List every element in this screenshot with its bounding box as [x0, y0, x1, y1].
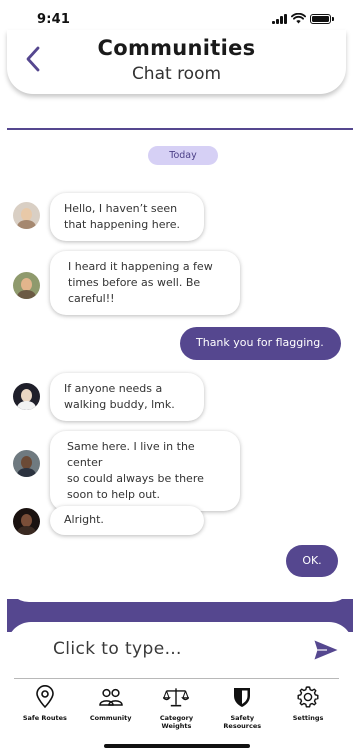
message-bubble-sent: Thank you for flagging. — [180, 327, 341, 360]
tab-label: Settings — [293, 714, 324, 722]
avatar[interactable] — [13, 383, 40, 410]
tab-category-weights[interactable]: Category Weights — [144, 680, 208, 740]
tab-label: Safety Resources — [223, 714, 261, 730]
send-button[interactable] — [313, 639, 341, 663]
tab-label-line: Settings — [292, 714, 324, 722]
message-line: If anyone needs a — [64, 382, 163, 395]
message-line: Hello, I haven’t seen — [64, 202, 178, 215]
page-title: Communities — [97, 36, 256, 60]
message-line: careful!! — [68, 292, 115, 305]
header-card: Communities Chat room — [7, 30, 346, 94]
status-icons — [272, 13, 334, 24]
message-line: times before as well. Be — [68, 276, 201, 289]
message-line: Same here. I live in the center — [67, 440, 195, 469]
message-input[interactable]: Click to type… — [53, 639, 182, 659]
tab-label: Category Weights — [160, 714, 193, 730]
page-subtitle: Chat room — [131, 64, 222, 84]
message-bubble-received: Same here. I live in the center so could… — [50, 431, 240, 511]
message-line: so could always be there — [67, 472, 204, 485]
message-line: Thank you for flagging. — [196, 336, 324, 349]
signal-icon — [272, 13, 287, 24]
tab-settings[interactable]: Settings — [276, 680, 340, 740]
tab-label-line: Safe Routes — [22, 714, 67, 722]
message-line: walking buddy, lmk. — [64, 398, 175, 411]
tab-community[interactable]: Community — [79, 680, 143, 740]
tab-label: Safe Routes — [23, 714, 67, 722]
tab-label-line: Community — [89, 714, 132, 722]
map-pin-icon — [32, 684, 58, 710]
avatar[interactable] — [13, 272, 40, 299]
gear-icon — [295, 684, 321, 710]
message-bubble-received: Alright. — [50, 506, 204, 535]
tab-bar-divider — [14, 678, 339, 679]
wifi-icon — [291, 13, 306, 24]
message-composer: Click to type… — [7, 622, 353, 678]
scale-icon — [163, 684, 190, 710]
message-line: I heard it happening a few — [68, 260, 213, 273]
battery-icon — [310, 13, 334, 24]
message-bubble-sent: OK. — [286, 545, 338, 577]
tab-label-line: Safety — [230, 714, 255, 722]
avatar[interactable] — [13, 202, 40, 229]
tab-safe-routes[interactable]: Safe Routes — [13, 680, 77, 740]
avatar[interactable] — [13, 450, 40, 477]
tab-label: Community — [90, 714, 132, 722]
tab-safety-resources[interactable]: Safety Resources — [210, 680, 274, 740]
avatar[interactable] — [13, 508, 40, 535]
message-bubble-received: Hello, I haven’t seen that happening her… — [50, 193, 204, 241]
tab-label-line: Resources — [223, 722, 262, 730]
tab-bar: Safe Routes Community Category Weights S… — [0, 680, 353, 740]
date-chip: Today — [148, 146, 218, 165]
people-icon — [98, 684, 124, 710]
message-line: OK. — [302, 554, 322, 567]
status-time: 9:41 — [37, 12, 71, 27]
message-line: Alright. — [64, 513, 104, 526]
message-bubble-received: I heard it happening a few times before … — [50, 251, 240, 315]
tab-label-line: Weights — [161, 722, 192, 730]
message-line: that happening here. — [64, 218, 181, 231]
shield-icon — [229, 684, 255, 710]
send-icon — [314, 640, 338, 660]
message-bubble-received: If anyone needs a walking buddy, lmk. — [50, 373, 204, 421]
message-line: soon to help out. — [67, 488, 160, 501]
home-indicator[interactable] — [104, 744, 250, 748]
tab-label-line: Category — [159, 714, 194, 722]
